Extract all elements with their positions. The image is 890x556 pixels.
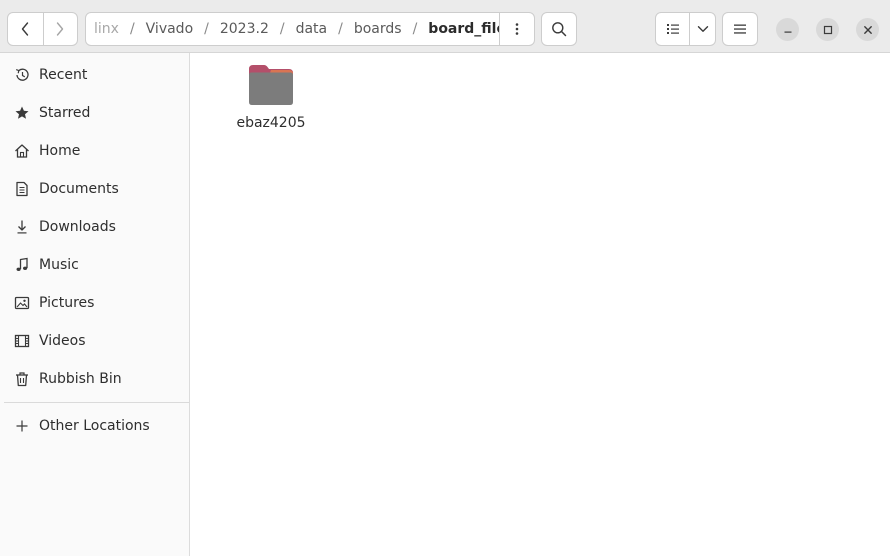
sidebar-item-videos[interactable]: Videos xyxy=(0,322,189,360)
sidebar-item-documents[interactable]: Documents xyxy=(0,170,189,208)
main-menu-button[interactable] xyxy=(722,12,758,46)
maximize-button[interactable] xyxy=(816,18,839,41)
picture-icon xyxy=(14,295,30,311)
breadcrumb-item[interactable]: data xyxy=(296,21,328,37)
search-icon xyxy=(552,22,567,37)
star-icon xyxy=(14,105,30,121)
sidebar-item-recent[interactable]: Recent xyxy=(0,56,189,94)
breadcrumb-separator: / xyxy=(204,21,209,37)
document-icon xyxy=(14,181,30,197)
sidebar-item-label: Downloads xyxy=(39,219,116,235)
breadcrumb-item[interactable]: linx xyxy=(94,21,119,37)
sidebar-item-label: Music xyxy=(39,257,79,273)
breadcrumb-separator: / xyxy=(129,21,135,37)
breadcrumb-item[interactable]: Vivado xyxy=(146,21,193,37)
search-button[interactable] xyxy=(541,12,577,46)
chevron-down-icon xyxy=(697,26,708,32)
sidebar-item-label: Other Locations xyxy=(39,418,150,434)
sidebar-item-other-locations[interactable]: Other Locations xyxy=(0,407,189,445)
navigation-buttons xyxy=(7,12,78,46)
sidebar-divider xyxy=(4,402,189,403)
breadcrumb: linx / Vivado / 2023.2 / data / boards /… xyxy=(86,13,499,45)
vertical-dots-icon xyxy=(515,23,519,35)
sidebar-item-label: Recent xyxy=(39,67,88,83)
folder-item[interactable]: ebaz4205 xyxy=(232,59,322,135)
chevron-left-icon xyxy=(22,22,29,36)
path-menu-button[interactable] xyxy=(499,13,534,45)
sidebar-item-label: Rubbish Bin xyxy=(39,371,122,387)
sidebar-item-label: Starred xyxy=(39,105,91,121)
sidebar-item-label: Home xyxy=(39,143,81,159)
maximize-icon xyxy=(823,25,832,34)
breadcrumb-item[interactable]: 2023.2 xyxy=(220,21,269,37)
minimize-icon xyxy=(784,31,791,33)
breadcrumb-item[interactable]: boards xyxy=(354,21,402,37)
download-icon xyxy=(14,219,30,235)
list-view-icon xyxy=(666,24,679,34)
hamburger-menu-icon xyxy=(734,24,746,34)
breadcrumb-separator: / xyxy=(412,21,418,37)
close-button[interactable] xyxy=(856,18,879,41)
folder-icon xyxy=(249,65,293,105)
view-controls xyxy=(655,12,716,46)
sidebar-item-rubbish-bin[interactable]: Rubbish Bin xyxy=(0,360,189,398)
sidebar-item-label: Documents xyxy=(39,181,119,197)
list-view-button[interactable] xyxy=(656,13,689,45)
sidebar-item-home[interactable]: Home xyxy=(0,132,189,170)
header-bar: linx / Vivado / 2023.2 / data / boards /… xyxy=(0,0,890,53)
sidebar-item-downloads[interactable]: Downloads xyxy=(0,208,189,246)
breadcrumb-current[interactable]: board_files xyxy=(428,21,499,37)
sidebar-item-label: Videos xyxy=(39,333,86,349)
sidebar-item-music[interactable]: Music xyxy=(0,246,189,284)
breadcrumb-separator: / xyxy=(279,21,285,37)
folder-name: ebaz4205 xyxy=(236,115,306,131)
plus-icon xyxy=(14,418,30,434)
close-icon xyxy=(863,25,872,34)
film-icon xyxy=(14,333,30,349)
view-options-button[interactable] xyxy=(689,13,715,45)
sidebar-item-pictures[interactable]: Pictures xyxy=(0,284,189,322)
home-icon xyxy=(14,143,30,159)
minimize-button[interactable] xyxy=(776,18,799,41)
forward-button[interactable] xyxy=(42,13,78,45)
sidebar-item-label: Pictures xyxy=(39,295,95,311)
sidebar: Recent Starred Home Documents Downloads … xyxy=(0,53,190,556)
breadcrumb-separator: / xyxy=(338,21,343,37)
music-note-icon xyxy=(14,257,30,273)
file-view: ebaz4205 xyxy=(190,53,890,556)
sidebar-item-starred[interactable]: Starred xyxy=(0,94,189,132)
back-button[interactable] xyxy=(8,13,43,45)
path-bar: linx / Vivado / 2023.2 / data / boards /… xyxy=(85,12,535,46)
trash-icon xyxy=(14,371,30,387)
clock-icon xyxy=(14,67,30,83)
chevron-right-icon xyxy=(57,22,64,36)
